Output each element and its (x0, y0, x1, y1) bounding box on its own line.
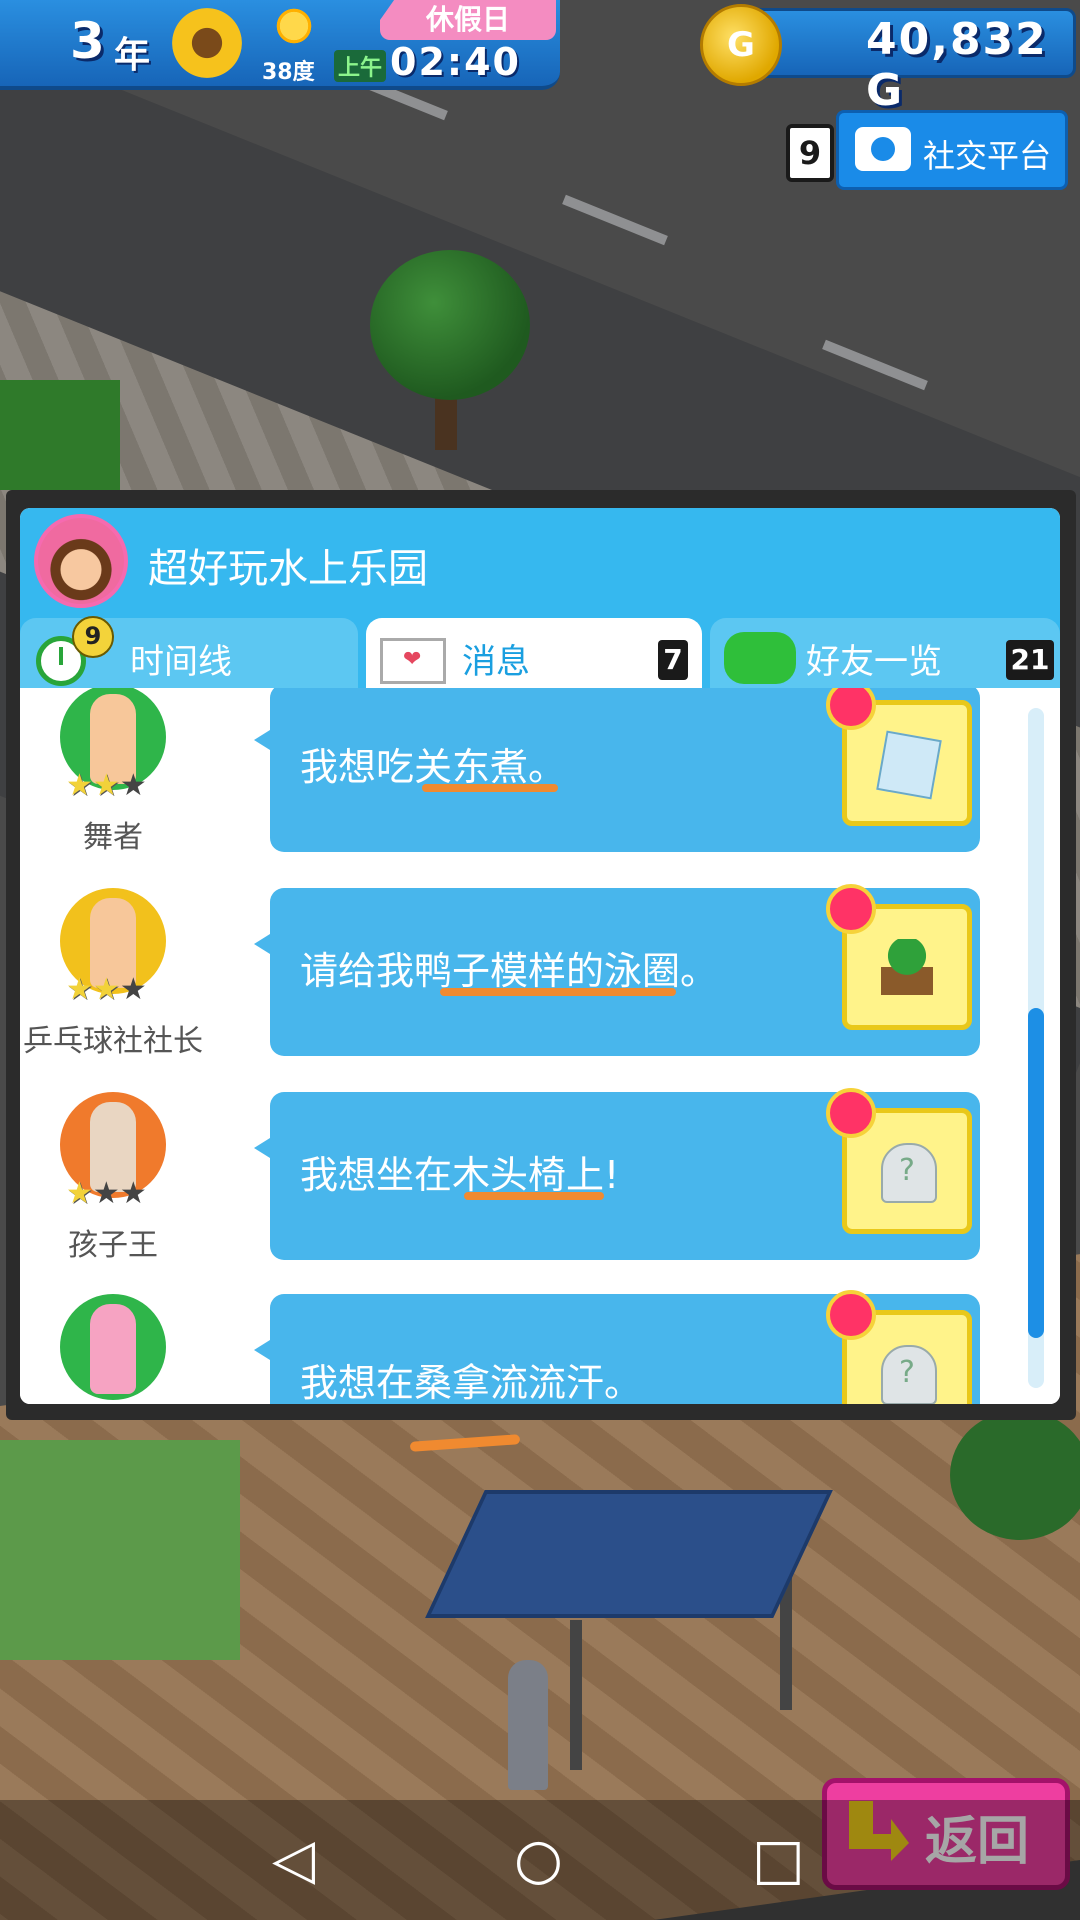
lawn (0, 1440, 240, 1660)
grass-patch (0, 380, 120, 490)
character-role: 舞者 (83, 820, 143, 855)
annotation-underline (422, 784, 558, 792)
tab-friends-label: 好友一览 (806, 642, 942, 682)
timeline-badge: 9 (72, 616, 114, 658)
message-text: 我想在桑拿流流汗。 (300, 1361, 643, 1404)
camera-icon (855, 127, 911, 171)
star-rating: ★★★ (66, 1176, 147, 1211)
nav-recents-icon[interactable]: □ (752, 1830, 805, 1890)
tab-timeline[interactable]: 9 时间线 (20, 616, 358, 688)
unknown-item-icon (881, 1345, 937, 1404)
star-rating: ★★★ (66, 972, 147, 1007)
message-row[interactable]: ★★★ 孩子王 我想坐在木头椅上! (20, 1088, 1020, 1284)
park-mascot-avatar (34, 514, 128, 608)
social-platform-button[interactable]: 社交平台 (836, 110, 1068, 190)
tab-timeline-label: 时间线 (130, 642, 232, 682)
message-bubble[interactable]: 请给我鸭子模样的泳圈。 (254, 884, 980, 1056)
message-bubble[interactable]: 我想在桑拿流流汗。 (254, 1290, 980, 1404)
tree (950, 1410, 1080, 1540)
social-notification-count: 9 (786, 124, 834, 182)
bus-stop-sign (508, 1660, 548, 1790)
nav-back-icon[interactable]: ◁ (272, 1830, 315, 1890)
message-row[interactable]: 我想在桑拿流流汗。 (20, 1290, 1020, 1404)
tab-messages[interactable]: 消息 7 (366, 618, 702, 688)
message-list[interactable]: ★★★ 舞者 我想吃关东煮。 ★★★ 乒乓球社社长 请给我鸭子模样的泳圈。 ★★… (20, 688, 1060, 1404)
envelope-heart-icon (380, 638, 446, 684)
bus-shelter (425, 1490, 833, 1618)
annotation-underline (464, 1192, 604, 1200)
panel-content: 超好玩水上乐园 9 时间线 消息 7 好友一览 21 ★★★ 舞 (20, 508, 1060, 1404)
park-name: 超好玩水上乐园 (148, 546, 428, 592)
tab-friends[interactable]: 好友一览 21 (710, 618, 1060, 688)
gift-ribbon-icon (826, 1290, 876, 1340)
game-clock: 02:40 (390, 40, 521, 84)
holiday-banner: 休假日 (380, 0, 556, 40)
message-text: 我想坐在木头椅上! (300, 1153, 620, 1197)
gift-ribbon-icon (826, 884, 876, 934)
star-rating: ★★★ (66, 768, 147, 803)
social-platform-label: 社交平台 (923, 137, 1052, 175)
tree (370, 250, 530, 400)
friends-count: 21 (1006, 640, 1054, 680)
message-row[interactable]: ★★★ 舞者 我想吃关东煮。 (20, 688, 1020, 876)
sunflower-season-icon (172, 8, 242, 78)
friends-frog-icon (724, 632, 796, 684)
palm-tree-icon (881, 939, 933, 995)
message-bubble[interactable]: 我想坐在木头椅上! (254, 1088, 980, 1260)
message-list-scrollbar[interactable] (1028, 708, 1044, 1388)
messages-panel: 超好玩水上乐园 9 时间线 消息 7 好友一览 21 ★★★ 舞 (6, 490, 1076, 1420)
ice-block-icon (876, 730, 942, 800)
temperature: 38度 (262, 60, 315, 85)
message-row[interactable]: ★★★ 乒乓球社社长 请给我鸭子模样的泳圈。 (20, 884, 1020, 1080)
character-role: 孩子王 (68, 1228, 158, 1263)
character-figure (90, 1304, 136, 1394)
messages-count: 7 (658, 640, 688, 680)
money-amount: 40,832 G (866, 14, 1048, 116)
panel-header: 超好玩水上乐园 9 时间线 消息 7 好友一览 21 (20, 508, 1060, 688)
character-avatar (60, 1294, 166, 1400)
shelter-post (570, 1620, 582, 1770)
system-navigation-bar: ◁ ○ □ (0, 1800, 1080, 1920)
message-text: 请给我鸭子模样的泳圈。 (300, 949, 719, 993)
gold-coin-icon: G (700, 4, 782, 86)
sun-weather-icon (272, 4, 316, 48)
nav-home-icon[interactable]: ○ (514, 1830, 563, 1890)
annotation-underline (440, 988, 676, 996)
year-unit: 年 (114, 35, 151, 76)
scroll-thumb[interactable] (1028, 1008, 1044, 1338)
ampm-label: 上午 (334, 50, 387, 82)
gift-ribbon-icon (826, 1088, 876, 1138)
message-bubble[interactable]: 我想吃关东煮。 (254, 688, 980, 852)
character-role: 乒乓球社社长 (23, 1024, 203, 1059)
lane-marking (562, 194, 668, 246)
tab-messages-label: 消息 (462, 642, 530, 682)
year-number: 3 (70, 12, 105, 70)
message-text: 我想吃关东煮。 (300, 745, 567, 789)
unknown-item-icon (881, 1143, 937, 1203)
